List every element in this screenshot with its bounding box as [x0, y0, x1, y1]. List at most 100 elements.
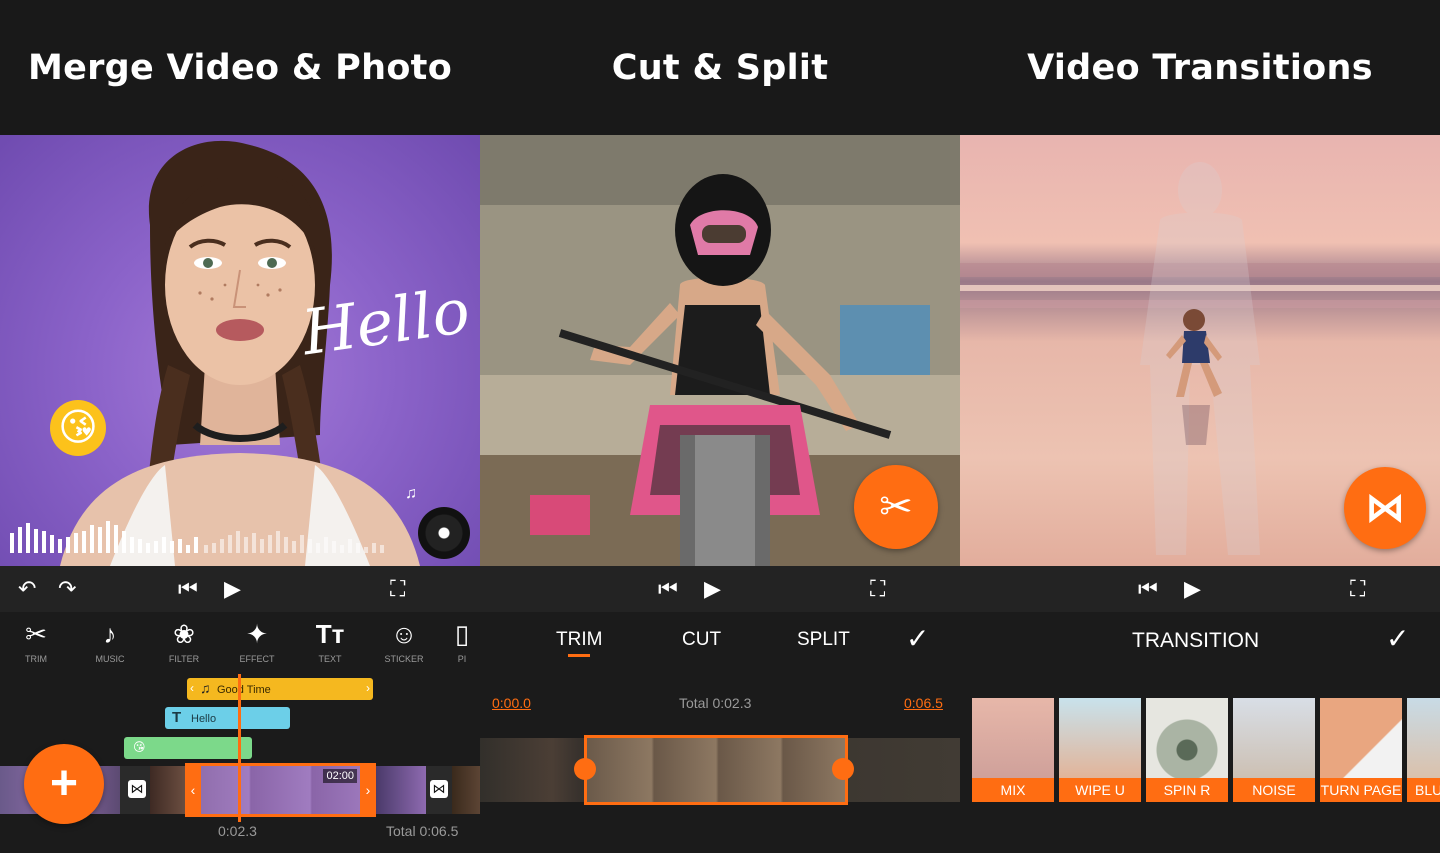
transition-marker-icon[interactable]: ⋈	[430, 780, 448, 798]
play-icon[interactable]: ▶	[224, 576, 241, 602]
trim-selection[interactable]	[584, 735, 848, 805]
playhead[interactable]	[238, 674, 241, 822]
transition-label: SPIN R	[1146, 778, 1228, 802]
active-tab-indicator	[568, 654, 590, 657]
video-preview[interactable]: ⋈	[960, 135, 1440, 566]
audio-waveform	[10, 521, 384, 553]
skip-to-start-icon[interactable]: ⏮	[1138, 576, 1158, 602]
video-preview[interactable]: ✂	[480, 135, 960, 566]
fullscreen-icon[interactable]: ⛶	[390, 576, 405, 602]
tool-trim[interactable]: ✂ TRIM	[6, 618, 66, 664]
transition-label: TURN PAGE	[1320, 778, 1402, 802]
transition-label: BLU	[1407, 778, 1440, 802]
text-track-clip[interactable]: T Hello	[165, 707, 290, 729]
transition-section-title: TRANSITION	[1132, 629, 1260, 652]
cut-split-panel: Cut & Split ✂ ⏮ ▶ ⛶ TRIM CUT SPLIT ✓ 0:0…	[480, 0, 960, 853]
play-icon[interactable]: ▶	[1184, 576, 1201, 602]
clip-duration-badge: 02:00	[323, 769, 357, 783]
merge-panel: Merge Video & Photo Hello 😘 ♫ ↶ ↷ ⏮ ▶ ⛶ …	[0, 0, 480, 853]
trim-end-time: 0:06.5	[904, 695, 943, 711]
music-note-icon: ♫	[200, 680, 211, 696]
tool-text[interactable]: Tт TEXT	[300, 618, 360, 664]
filter-icon: ❀	[173, 619, 195, 649]
kiss-emoji-sticker[interactable]: 😘	[50, 400, 106, 456]
transition-option-blur[interactable]: BLU	[1407, 698, 1440, 802]
transition-option-mix[interactable]: MIX	[972, 698, 1054, 802]
trim-handle-right[interactable]	[832, 758, 854, 780]
merge-title: Merge Video & Photo	[27, 47, 453, 88]
add-media-button[interactable]: +	[24, 744, 104, 824]
tool-music[interactable]: ♪ MUSIC	[80, 618, 140, 664]
skip-to-start-icon[interactable]: ⏮	[178, 576, 198, 602]
confirm-check-icon[interactable]: ✓	[1386, 622, 1409, 655]
text-icon: Tт	[315, 619, 345, 649]
clip-handle-left[interactable]: ‹	[185, 763, 201, 817]
fullscreen-icon[interactable]: ⛶	[1350, 576, 1365, 602]
clip-thumbnail	[376, 766, 426, 814]
transition-option-turn-page[interactable]: TURN PAGE	[1320, 698, 1402, 802]
transition-option-spin-r[interactable]: SPIN R	[1146, 698, 1228, 802]
merge-header: Merge Video & Photo	[0, 0, 480, 135]
clip-handle-right[interactable]: ›	[360, 763, 376, 817]
tab-split[interactable]: SPLIT	[797, 629, 850, 651]
total-time: Total 0:06.5	[386, 823, 459, 839]
magic-wand-icon: ✦	[246, 619, 268, 649]
redo-icon[interactable]: ↷	[58, 576, 76, 602]
playback-bar: ⏮ ▶ ⛶	[960, 566, 1440, 612]
cut-mode-tabs: TRIM CUT SPLIT ✓	[480, 612, 960, 678]
cut-scissors-button[interactable]: ✂	[854, 465, 938, 549]
clip-thumbnail	[452, 766, 480, 814]
transition-label: WIPE U	[1059, 778, 1141, 802]
skip-to-start-icon[interactable]: ⏮	[658, 576, 678, 602]
transition-label: NOISE	[1233, 778, 1315, 802]
music-track-label: Good Time	[217, 684, 271, 696]
transition-option-noise[interactable]: NOISE	[1233, 698, 1315, 802]
text-track-icon: T	[172, 709, 182, 726]
track-handle-left[interactable]: ‹	[190, 681, 194, 695]
selected-clip[interactable]: ‹ › 02:00	[185, 763, 376, 817]
pip-icon: ▯	[454, 619, 470, 649]
kiss-emoji-icon: 😘	[133, 740, 146, 754]
editor-timeline: ‹ ♫ Good Time › T Hello 😘 ⋈ ⋈ ‹ › 02:00	[0, 674, 480, 853]
trim-handle-left[interactable]	[574, 758, 596, 780]
playback-bar: ↶ ↷ ⏮ ▶ ⛶	[0, 566, 480, 612]
video-preview[interactable]: Hello 😘 ♫	[0, 135, 480, 566]
plus-icon: +	[49, 757, 79, 810]
cut-split-title: Cut & Split	[611, 47, 829, 88]
scissors-icon: ✂	[879, 485, 913, 529]
transition-label: MIX	[972, 778, 1054, 802]
cut-split-header: Cut & Split	[480, 0, 960, 135]
transitions-panel: Video Transitions ⋈ ⏮ ▶ ⛶ TRANSITION ✓ M…	[960, 0, 1440, 853]
sticker-icon: ☺	[390, 619, 418, 649]
music-track-clip[interactable]: ‹ ♫ Good Time ›	[187, 678, 373, 700]
tool-pip[interactable]: ▯ PI	[444, 618, 480, 664]
transition-marker-icon[interactable]: ⋈	[128, 780, 146, 798]
bowtie-transition-icon: ⋈	[1365, 486, 1405, 530]
transition-gallery: MIX WIPE U SPIN R NOISE TURN PAGE BLU	[960, 678, 1440, 853]
play-icon[interactable]: ▶	[704, 576, 721, 602]
text-track-label: Hello	[191, 713, 217, 725]
music-notes-icon: ♫	[405, 485, 417, 502]
tool-sticker[interactable]: ☺ STICKER	[374, 618, 434, 664]
undo-icon[interactable]: ↶	[18, 576, 36, 602]
trim-start-time: 0:00.0	[492, 695, 531, 711]
tab-trim[interactable]: TRIM	[556, 629, 602, 651]
transition-button[interactable]: ⋈	[1344, 467, 1426, 549]
fullscreen-icon[interactable]: ⛶	[870, 576, 885, 602]
music-note-icon: ♪	[103, 619, 117, 649]
transitions-header: Video Transitions	[960, 0, 1440, 135]
tool-effect[interactable]: ✦ EFFECT	[227, 618, 287, 664]
scissors-icon: ✂	[25, 619, 47, 649]
playback-bar: ⏮ ▶ ⛶	[480, 566, 960, 612]
transitions-title: Video Transitions	[1027, 47, 1373, 88]
tool-filter[interactable]: ❀ FILTER	[154, 618, 214, 664]
tab-cut[interactable]: CUT	[682, 629, 721, 651]
confirm-check-icon[interactable]: ✓	[906, 622, 929, 655]
sticker-track-clip[interactable]: 😘	[124, 737, 252, 759]
clip-thumbnail	[150, 766, 185, 814]
trim-total-time: Total 0:02.3	[679, 695, 752, 711]
transition-header-bar: TRANSITION ✓	[960, 612, 1440, 678]
current-time: 0:02.3	[218, 823, 257, 839]
transition-option-wipe-u[interactable]: WIPE U	[1059, 698, 1141, 802]
track-handle-right[interactable]: ›	[366, 681, 370, 695]
